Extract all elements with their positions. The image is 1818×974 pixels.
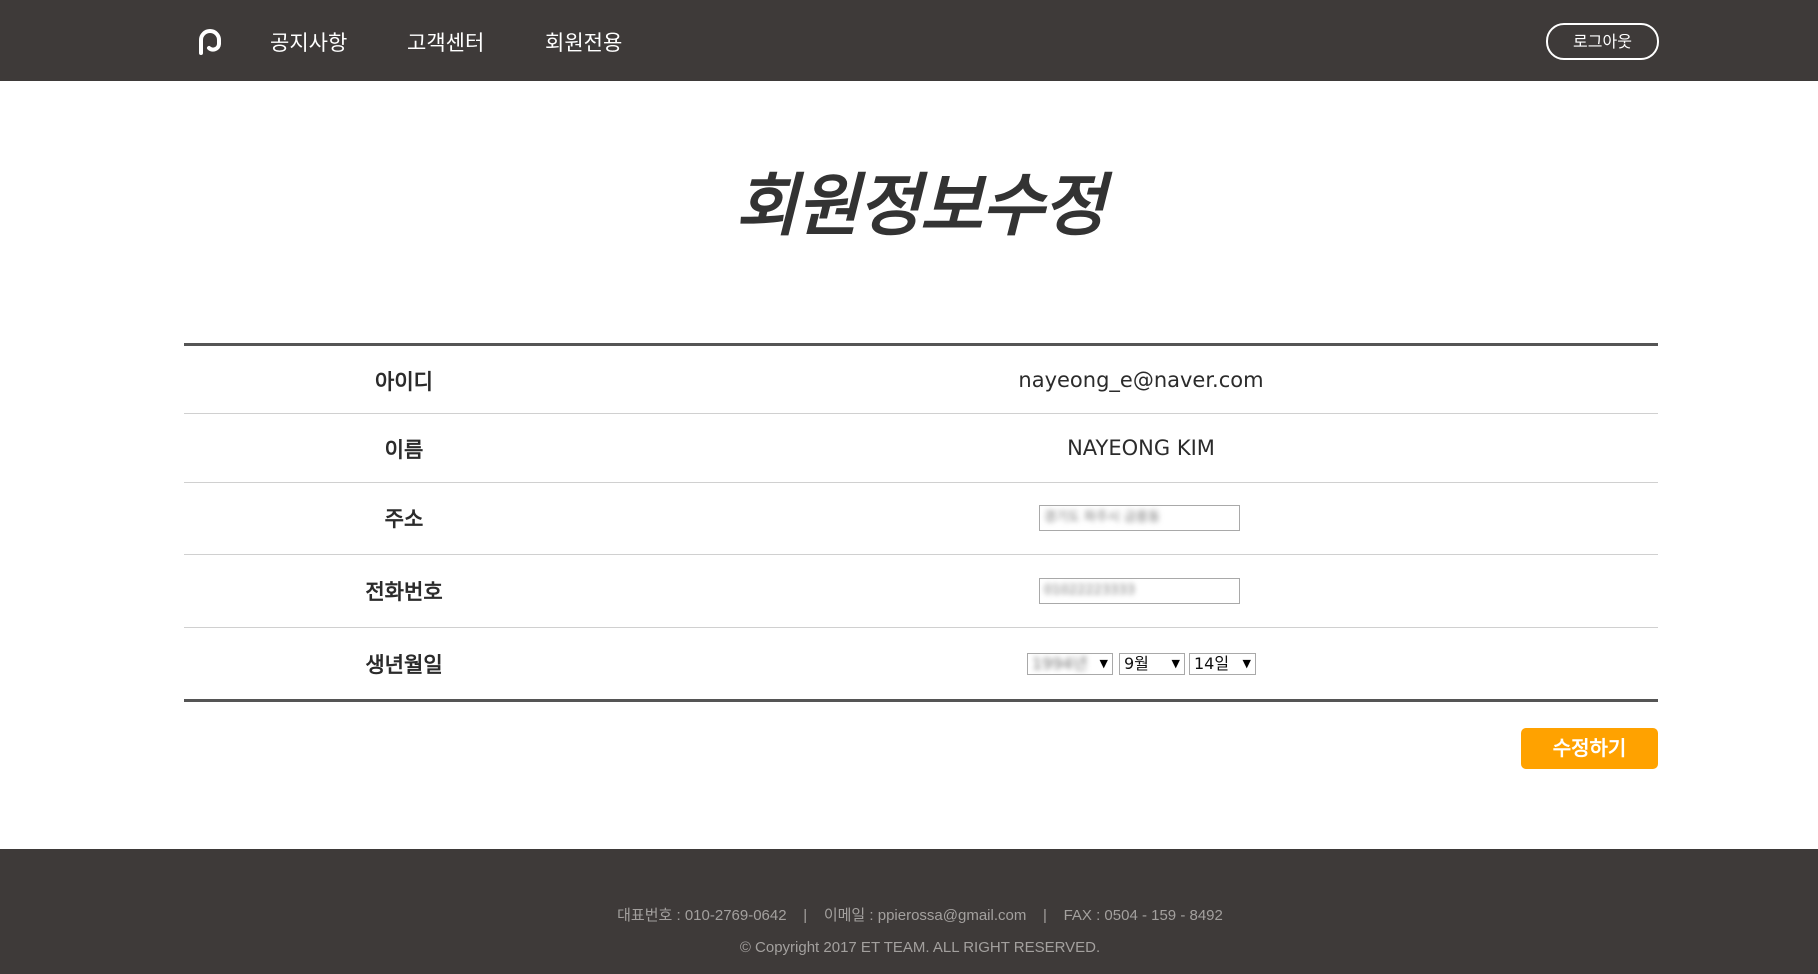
dropdown-arrow-icon: ▼: [1099, 657, 1108, 670]
top-navigation-bar: 공지사항 고객센터 회원전용 로그아웃: [0, 0, 1818, 81]
address-input[interactable]: 경기도 파주시 금릉동: [1039, 505, 1240, 531]
footer-copyright: © Copyright 2017 ET TEAM. ALL RIGHT RESE…: [739, 939, 1101, 956]
phone-label: 전화번호: [365, 580, 443, 604]
birth-month-select[interactable]: 9월 ▼: [1119, 653, 1185, 675]
nav-notice[interactable]: 공지사항: [270, 27, 347, 57]
footer-contact-info: 대표번호 : 010-2769-0642 | 이메일 : ppierossa@g…: [617, 907, 1223, 924]
birth-day-value: 14일: [1194, 654, 1230, 673]
dropdown-arrow-icon: ▼: [1171, 657, 1180, 670]
birth-year-select[interactable]: 1994년 ▼: [1027, 653, 1113, 675]
brand-logo-icon[interactable]: [196, 28, 224, 56]
logout-button[interactable]: 로그아웃: [1546, 23, 1659, 60]
address-input-value: 경기도 파주시 금릉동: [1044, 510, 1160, 525]
birth-month-value: 9월: [1124, 654, 1149, 673]
nav-customer-center[interactable]: 고객센터: [407, 27, 484, 57]
nav-members-only[interactable]: 회원전용: [545, 27, 622, 57]
phone-input[interactable]: 01022223333: [1039, 578, 1240, 604]
row-divider: [184, 554, 1658, 555]
footer: 대표번호 : 010-2769-0642 | 이메일 : ppierossa@g…: [0, 849, 1818, 974]
row-divider: [184, 413, 1658, 414]
page-title: 회원정보수정: [735, 167, 1105, 246]
table-top-border: [184, 343, 1658, 346]
address-label: 주소: [384, 507, 424, 531]
birthdate-label: 생년월일: [365, 653, 443, 677]
id-value: nayeong_e@naver.com: [1018, 368, 1264, 392]
name-value: NAYEONG KIM: [1067, 436, 1215, 460]
submit-edit-button[interactable]: 수정하기: [1521, 728, 1658, 769]
row-divider: [184, 482, 1658, 483]
birth-day-select[interactable]: 14일 ▼: [1189, 653, 1256, 675]
id-label: 아이디: [375, 370, 433, 394]
row-divider: [184, 627, 1658, 628]
dropdown-arrow-icon: ▼: [1242, 657, 1251, 670]
name-label: 이름: [384, 438, 424, 462]
phone-input-value: 01022223333: [1044, 583, 1135, 598]
birth-year-value: 1994년: [1032, 654, 1088, 673]
table-bottom-border: [184, 699, 1658, 702]
